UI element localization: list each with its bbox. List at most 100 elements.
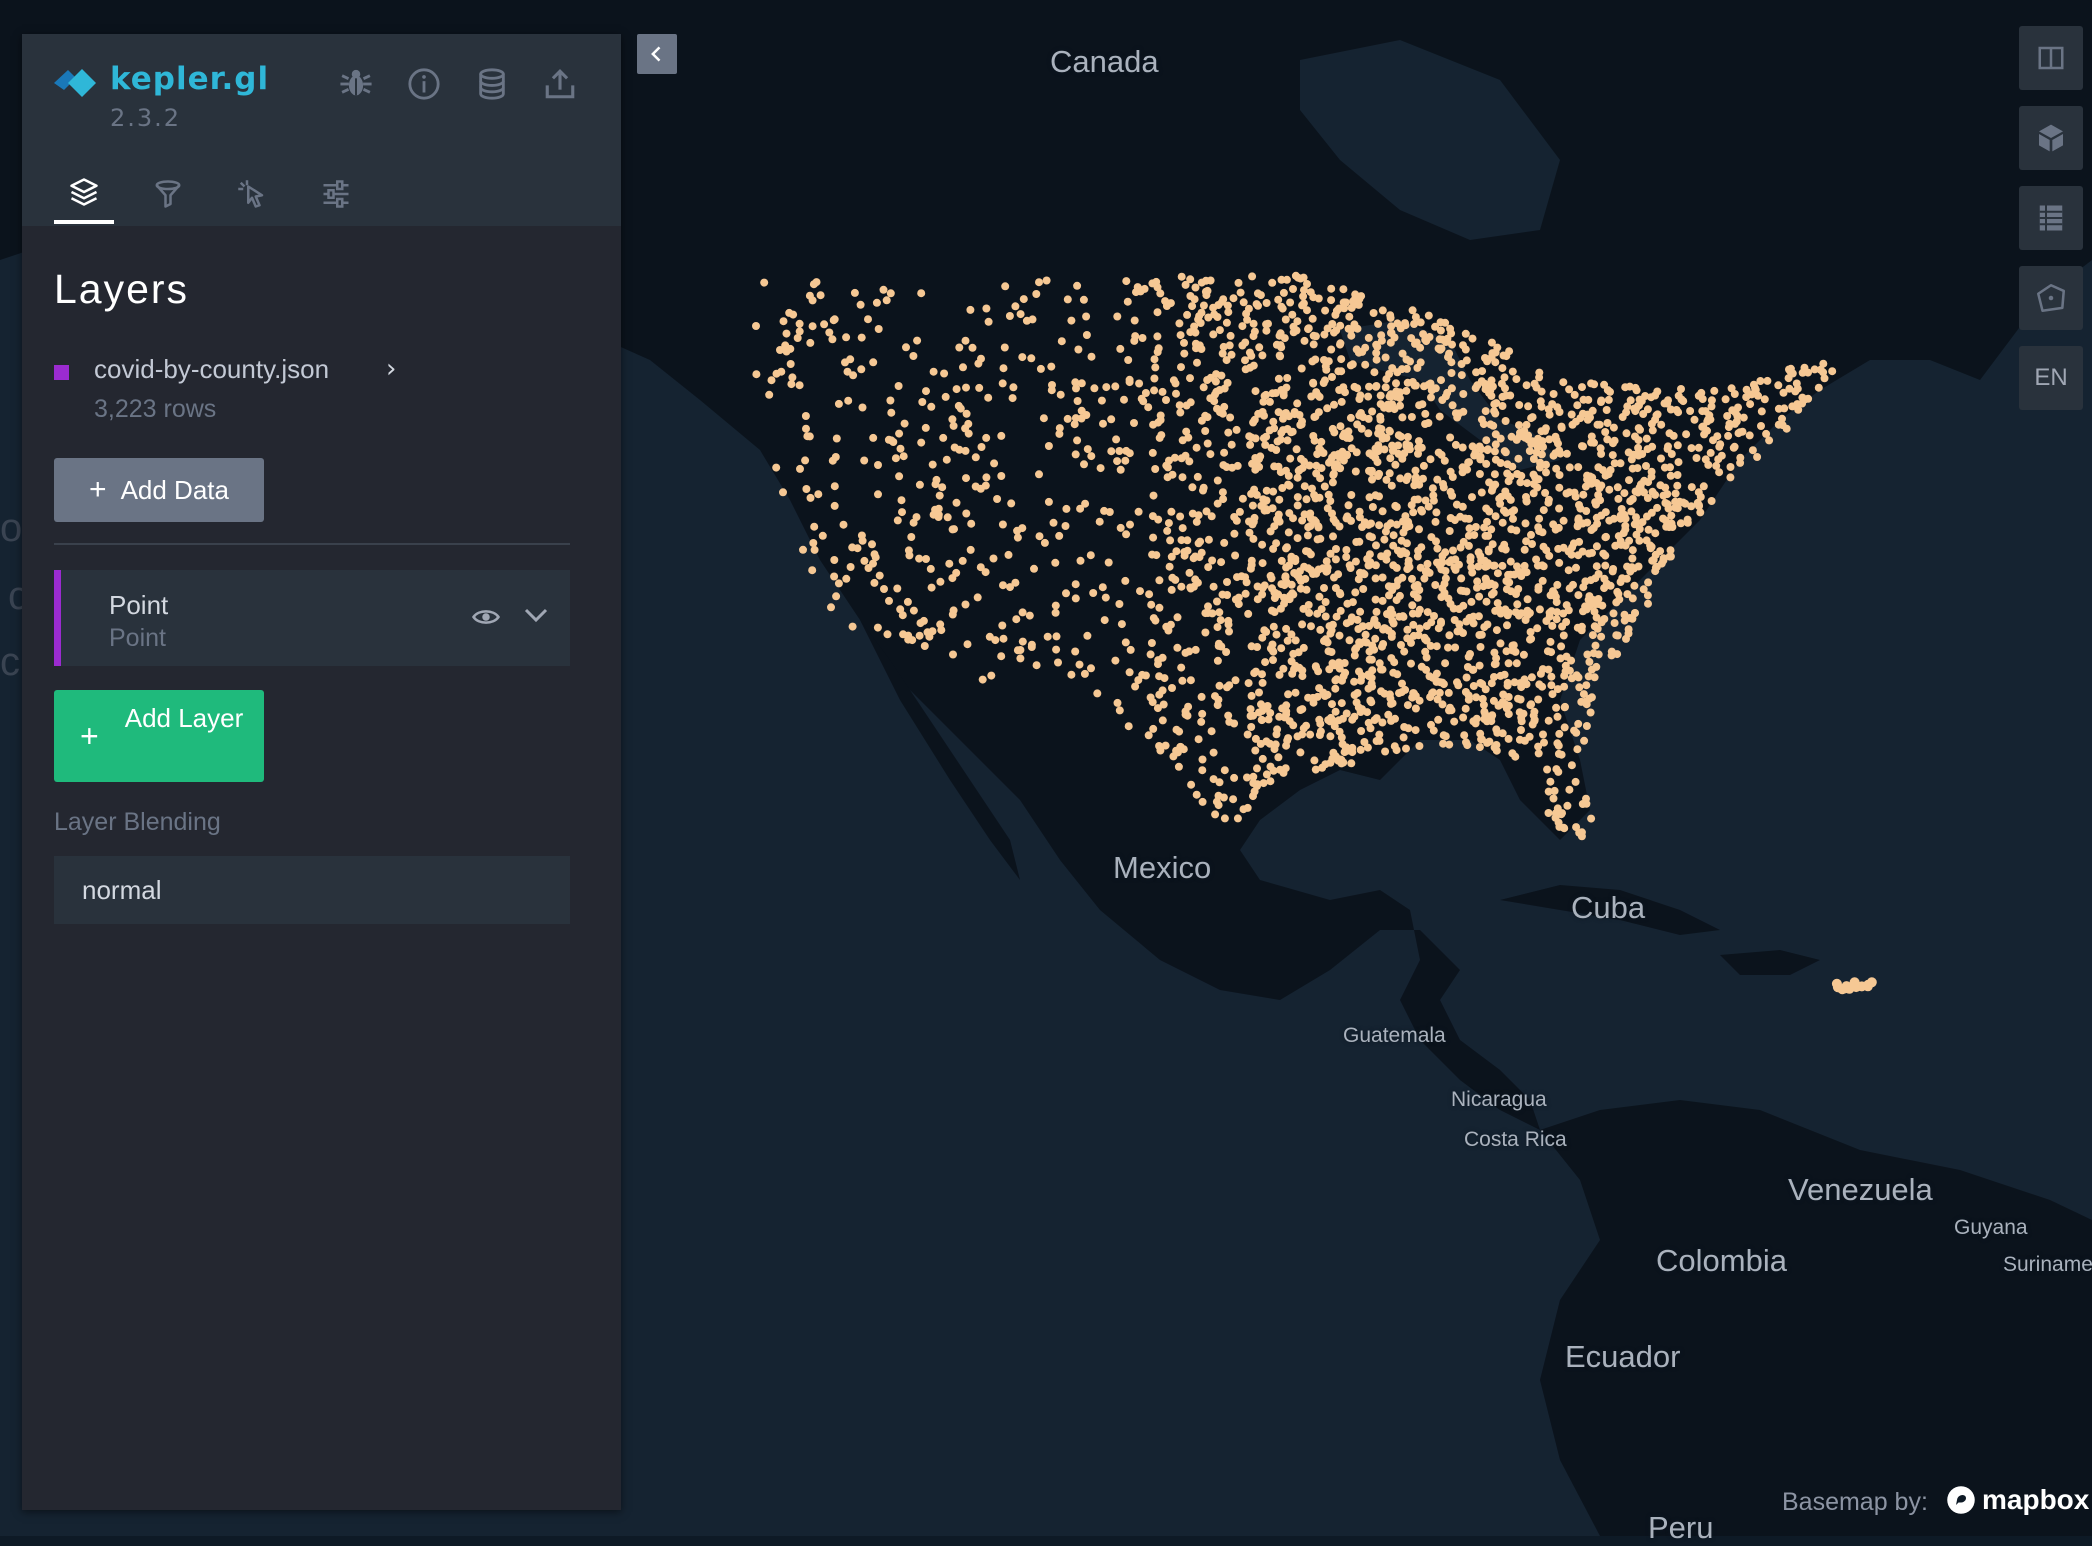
locale-button[interactable]: EN	[2019, 346, 2083, 410]
county-point	[1613, 631, 1622, 640]
info-icon[interactable]	[402, 62, 446, 106]
county-point	[1819, 359, 1828, 368]
county-point	[1328, 320, 1337, 328]
county-point	[872, 298, 881, 307]
county-point	[1447, 369, 1456, 377]
filter-icon	[155, 180, 181, 208]
county-point	[1490, 407, 1499, 416]
county-point	[1229, 795, 1238, 804]
county-point	[1211, 692, 1219, 701]
county-point	[752, 322, 760, 330]
county-point	[1185, 457, 1194, 466]
county-point	[1378, 718, 1387, 727]
county-point	[1559, 609, 1568, 618]
county-point	[1427, 533, 1436, 542]
county-point	[1400, 449, 1409, 458]
county-point	[1346, 361, 1355, 370]
county-point	[880, 585, 888, 593]
add-data-button[interactable]: + Add Data	[54, 458, 264, 522]
county-point	[1203, 286, 1212, 295]
chevron-down-icon[interactable]	[521, 600, 551, 630]
county-point	[1246, 564, 1255, 573]
county-point	[1490, 581, 1499, 590]
layers-tab[interactable]	[54, 164, 114, 224]
county-point	[1413, 552, 1422, 561]
layer-blending-select[interactable]: normal	[54, 856, 570, 924]
county-point	[1620, 489, 1629, 498]
county-point	[1427, 386, 1436, 395]
county-point	[1699, 482, 1708, 491]
filters-tab[interactable]	[138, 164, 198, 224]
county-point	[1385, 591, 1393, 600]
map-style-tab[interactable]	[306, 164, 366, 224]
county-point	[1597, 632, 1606, 641]
county-point	[1082, 312, 1091, 321]
county-point	[874, 461, 882, 469]
county-point	[1131, 682, 1140, 691]
mapbox-logo[interactable]: mapbox	[1946, 1484, 2089, 1516]
county-point	[1317, 437, 1326, 446]
county-point	[860, 456, 869, 465]
county-point	[945, 559, 954, 568]
county-point	[1259, 779, 1268, 788]
county-point	[1204, 535, 1213, 544]
bug-icon[interactable]	[334, 62, 378, 106]
county-point	[1459, 601, 1468, 610]
interactions-tab[interactable]	[222, 164, 282, 224]
county-point	[1378, 507, 1387, 516]
county-point	[858, 403, 867, 412]
layer-title[interactable]: Point	[109, 590, 168, 621]
county-point	[1253, 595, 1262, 604]
county-point	[853, 544, 862, 553]
database-icon[interactable]	[470, 62, 514, 106]
legend-button[interactable]	[2019, 186, 2083, 250]
county-point	[1372, 607, 1381, 616]
county-point	[1322, 365, 1331, 374]
county-point	[1634, 443, 1643, 452]
layer-card-point[interactable]: Point Point	[54, 570, 570, 666]
share-icon[interactable]	[538, 62, 582, 106]
county-point	[1509, 514, 1517, 523]
county-point	[1583, 415, 1592, 424]
county-point	[1522, 420, 1531, 429]
county-point	[1222, 648, 1231, 656]
county-point	[887, 408, 896, 417]
county-point	[1606, 387, 1614, 396]
county-point	[1417, 443, 1426, 452]
county-point	[895, 472, 904, 481]
split-map-button[interactable]	[2019, 26, 2083, 90]
county-point	[1573, 745, 1582, 754]
county-point	[1810, 365, 1819, 374]
county-point	[1135, 379, 1144, 388]
county-point	[968, 343, 977, 352]
dataset-name[interactable]: covid-by-county.json	[94, 354, 329, 385]
collapse-panel-button[interactable]	[637, 34, 677, 74]
county-point	[1498, 561, 1507, 570]
county-point	[1174, 762, 1183, 771]
county-point	[1238, 322, 1247, 331]
county-point	[1155, 603, 1164, 612]
3d-view-button[interactable]	[2019, 106, 2083, 170]
chevron-right-icon[interactable]: ›	[386, 354, 396, 384]
county-point	[1481, 574, 1490, 583]
county-point	[1175, 401, 1184, 410]
county-point	[1426, 641, 1435, 650]
county-point	[1008, 394, 1017, 403]
county-point	[1231, 551, 1240, 560]
county-point	[1447, 556, 1456, 565]
county-point	[1382, 555, 1391, 564]
county-point	[1421, 409, 1430, 418]
county-point	[962, 509, 971, 518]
eye-icon[interactable]	[471, 602, 501, 632]
county-point	[982, 433, 991, 442]
county-point	[1339, 285, 1348, 294]
county-point	[1320, 356, 1328, 364]
county-point	[1617, 505, 1626, 513]
county-point	[1375, 492, 1383, 501]
county-point	[1372, 340, 1381, 349]
county-point	[1435, 412, 1444, 421]
county-point	[1233, 814, 1242, 823]
county-point	[1548, 621, 1557, 630]
draw-polygon-button[interactable]	[2019, 266, 2083, 330]
add-layer-button[interactable]: + Add Layer	[54, 690, 264, 782]
